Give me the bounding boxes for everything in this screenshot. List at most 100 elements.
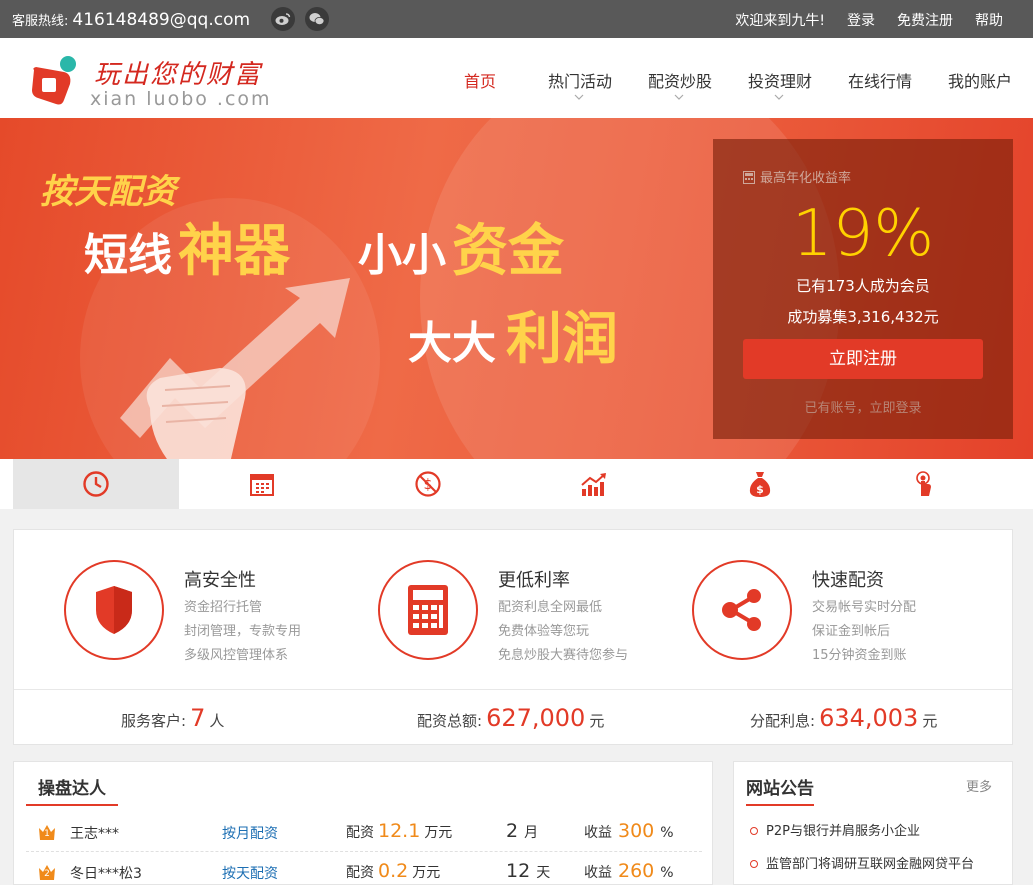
- stat-label: 分配利息:: [750, 712, 816, 730]
- share-icon: [722, 589, 761, 631]
- profit-unit: %: [660, 825, 674, 841]
- stat-value: 7: [190, 704, 206, 732]
- top-traders-panel: 操盘达人 1 王志*** 按月配资 配资 12.1 万元 2月 收益 300% 2 冬…: [13, 761, 713, 885]
- nav-market[interactable]: 在线行情: [830, 38, 930, 118]
- feature-icon-circle: [692, 560, 792, 660]
- features-panel: 高安全性 资金招行托管 封闭管理，专款专用 多级风控管理体系 更低利率 配资利息…: [13, 529, 1013, 745]
- stat-total-funding: 配资总额: 627,000 元: [417, 704, 604, 732]
- list-item[interactable]: 监管部门将调研互联网金融网贷平台: [750, 853, 974, 872]
- trade-amount: 配资 0.2 万元: [346, 860, 440, 882]
- top-links: 欢迎来到九牛! 登录 免费注册 帮助: [735, 10, 1003, 30]
- notice-text: P2P与银行并肩服务小企业: [766, 824, 920, 839]
- stats-row: 服务客户: 7 人 配资总额: 627,000 元 分配利息: 634,003 元: [14, 689, 1012, 745]
- trader-name: 冬日***松3: [70, 866, 142, 882]
- hotline-value: 416148489@qq.com: [72, 10, 251, 30]
- amount-label: 配资: [346, 865, 374, 881]
- feature-line: 多级风控管理体系: [184, 648, 289, 663]
- chevron-down-icon: [674, 94, 684, 100]
- duration-unit: 月: [524, 825, 539, 841]
- logo-icon: [32, 56, 76, 105]
- help-link[interactable]: 帮助: [975, 10, 1003, 30]
- crown-icon: 2: [38, 863, 56, 881]
- nav-activities[interactable]: 热门活动: [530, 38, 630, 118]
- nav-home[interactable]: 首页: [430, 38, 530, 118]
- main-nav: 首页 热门活动 配资炒股 投资理财 在线行情 我的账户: [430, 38, 1030, 118]
- nav-account-label: 我的账户: [947, 72, 1012, 91]
- calendar-icon: [250, 474, 274, 496]
- tab-touch[interactable]: [843, 459, 1009, 509]
- hotline-label: 客服热线:: [12, 14, 69, 29]
- calculator-icon: [743, 171, 755, 184]
- panel-header-text: 最高年化收益率: [760, 171, 852, 186]
- register-link[interactable]: 免费注册: [897, 10, 953, 30]
- nav-investment[interactable]: 投资理财: [730, 38, 830, 118]
- login-link[interactable]: 登录: [847, 10, 875, 30]
- stat-value: 634,003: [819, 704, 919, 732]
- list-item[interactable]: 1 王志*** 按月配资 配资 12.1 万元 2月 收益 300%: [26, 812, 702, 852]
- feature-title: 高安全性: [184, 570, 256, 591]
- nav-margin-trading-label: 配资炒股: [647, 72, 712, 91]
- nav-activities-label: 热门活动: [547, 72, 612, 91]
- dollar-icon: $: [415, 471, 441, 497]
- chevron-down-icon: [774, 94, 784, 100]
- duration-unit: 天: [536, 865, 551, 881]
- bullet-icon: [750, 827, 758, 835]
- feature-line: 封闭管理，专款专用: [184, 624, 302, 639]
- feature-line: 保证金到帐后: [812, 624, 891, 639]
- feature-icon-circle: [64, 560, 164, 660]
- tab-money-bag[interactable]: $: [677, 459, 843, 509]
- register-now-button[interactable]: 立即注册: [743, 339, 983, 379]
- announcements-panel: 网站公告 更多 P2P与银行并肩服务小企业 监管部门将调研互联网金融网贷平台: [733, 761, 1013, 885]
- stat-interest: 分配利息: 634,003 元: [750, 704, 937, 732]
- feature-line: 免费体验等您玩: [498, 624, 590, 639]
- list-item[interactable]: 2 冬日***松3 按天配资 配资 0.2 万元 12 天 收益 260%: [26, 852, 702, 885]
- stat-label: 服务客户:: [121, 712, 187, 730]
- more-link[interactable]: 更多: [966, 776, 992, 795]
- feature-low-rate: 更低利率 配资利息全网最低 免费体验等您玩 免息炒股大赛待您参与: [378, 560, 698, 670]
- duration-value: 2: [506, 820, 519, 842]
- login-link[interactable]: 已有账号，立即登录: [713, 397, 1013, 416]
- hero-banner[interactable]: 按天配资 短线 神器 小小 资金 大大 利润 最高年化收益率 19% 已有173人成为…: [0, 118, 1033, 459]
- trade-type-link[interactable]: 按月配资: [222, 823, 278, 843]
- banner-line3-b: 资金: [452, 219, 564, 284]
- profit-value: 260: [618, 860, 655, 882]
- stat-unit: 人: [209, 712, 225, 730]
- nav-home-label: 首页: [463, 72, 496, 91]
- list-item[interactable]: P2P与银行并肩服务小企业: [750, 820, 920, 839]
- tab-dollar[interactable]: $: [345, 459, 511, 509]
- banner-line4-a: 大大: [408, 318, 496, 369]
- feature-line: 15分钟资金到账: [812, 648, 907, 663]
- amount-label: 配资: [346, 825, 374, 841]
- notice-text: 监管部门将调研互联网金融网贷平台: [766, 857, 975, 872]
- profit-unit: %: [660, 865, 674, 881]
- banner-line4: 大大 利润: [408, 294, 618, 375]
- nav-margin-trading[interactable]: 配资炒股: [630, 38, 730, 118]
- logo-slogan: 玩出您的财富: [94, 60, 263, 90]
- banner-line2-a: 短线: [84, 230, 172, 281]
- member-count: 已有173人成为会员: [796, 277, 930, 295]
- panel-header: 最高年化收益率: [743, 167, 851, 186]
- wechat-icon[interactable]: [305, 7, 329, 31]
- stat-unit: 元: [589, 712, 605, 730]
- touch-icon: [916, 471, 931, 496]
- tab-clock[interactable]: [13, 459, 179, 509]
- feature-title: 更低利率: [498, 570, 570, 591]
- tab-calendar[interactable]: [179, 459, 345, 509]
- banner-line2: 短线 神器: [84, 206, 290, 287]
- tab-chart[interactable]: [511, 459, 677, 509]
- profit-label: 收益: [584, 865, 612, 881]
- duration-value: 12: [506, 860, 531, 882]
- weibo-icon[interactable]: [271, 7, 295, 31]
- logo-domain: xian luobo .com: [90, 88, 272, 110]
- banner-line2-b: 神器: [178, 219, 290, 284]
- nav-account[interactable]: 我的账户: [930, 38, 1030, 118]
- feature-security: 高安全性 资金招行托管 封闭管理，专款专用 多级风控管理体系: [64, 560, 384, 670]
- logo[interactable]: 玩出您的财富 xian luobo .com: [28, 50, 298, 110]
- icon-tab-bar: $ $: [0, 459, 1033, 509]
- money-bag-icon: $: [749, 472, 771, 497]
- fist-arrow-illustration: [120, 278, 350, 459]
- trade-duration: 2月: [506, 820, 538, 842]
- feature-line: 交易帐号实时分配: [812, 600, 917, 615]
- trade-type-link[interactable]: 按天配资: [222, 863, 278, 883]
- feature-title: 快速配资: [812, 570, 884, 591]
